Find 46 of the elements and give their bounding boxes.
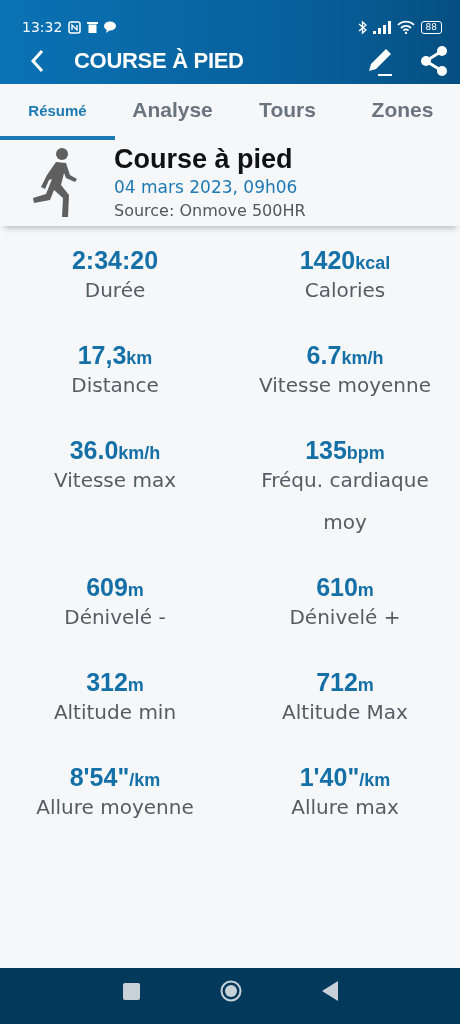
- stat-label: Allure max: [291, 794, 399, 821]
- activity-title: Course à pied: [114, 144, 294, 175]
- stat-label: Distance: [71, 372, 159, 399]
- stat-label: Allure moyenne: [36, 794, 194, 821]
- runner-icon: [32, 147, 80, 217]
- wifi-icon: [396, 20, 415, 34]
- status-time: 13:32: [22, 19, 63, 35]
- stat-label: Altitude min: [53, 699, 177, 726]
- stat-label: Vitesse moyenne: [259, 372, 431, 399]
- stat-value: 1'40"/km: [299, 763, 391, 792]
- tab[interactable]: Tours: [230, 84, 345, 140]
- stat-value: 36.0km/h: [69, 436, 161, 465]
- back-nav-button[interactable]: [321, 981, 338, 1001]
- stat-value: 609m: [86, 573, 144, 602]
- chat-icon: [104, 21, 117, 33]
- back-button[interactable]: [30, 49, 44, 73]
- stat-value: 2:34:20: [71, 246, 159, 275]
- stat-label: Dénivelé +: [289, 604, 401, 631]
- stat-value: 6.7km/h: [306, 341, 384, 370]
- stat-label: Calories: [304, 277, 386, 304]
- battery-level: 88: [420, 20, 442, 34]
- tab[interactable]: Résumé: [0, 84, 115, 140]
- stat-value: 8'54"/km: [69, 763, 161, 792]
- activity-source: Source: Onmove 500HR: [114, 201, 306, 220]
- stat-label: Durée: [84, 277, 146, 304]
- stat-value: 712m: [316, 668, 374, 697]
- recents-button[interactable]: [122, 982, 140, 1000]
- stat-value: 17,3km: [77, 341, 153, 370]
- screen-title: COURSE À PIED: [74, 48, 245, 74]
- tab[interactable]: Zones: [345, 84, 460, 140]
- tab[interactable]: Analyse: [115, 84, 230, 140]
- signal-icon: [372, 20, 391, 34]
- home-button[interactable]: [219, 980, 242, 1002]
- nfc-icon: [68, 20, 82, 34]
- stat-label: Altitude Max: [282, 699, 408, 726]
- stat-label: Fréqu. cardiaque moy: [260, 467, 430, 536]
- bluetooth-icon: [357, 19, 367, 35]
- activity-date: 04 mars 2023, 09h06: [114, 177, 299, 197]
- stat-value: 135bpm: [305, 436, 385, 465]
- stat-value: 1420kcal: [299, 246, 391, 275]
- stat-value: 312m: [86, 668, 144, 697]
- trash-icon: [87, 21, 99, 33]
- stat-value: 610m: [316, 573, 374, 602]
- stat-label: Vitesse max: [54, 467, 176, 494]
- share-button[interactable]: [420, 45, 448, 77]
- stat-label: Dénivelé -: [64, 604, 166, 631]
